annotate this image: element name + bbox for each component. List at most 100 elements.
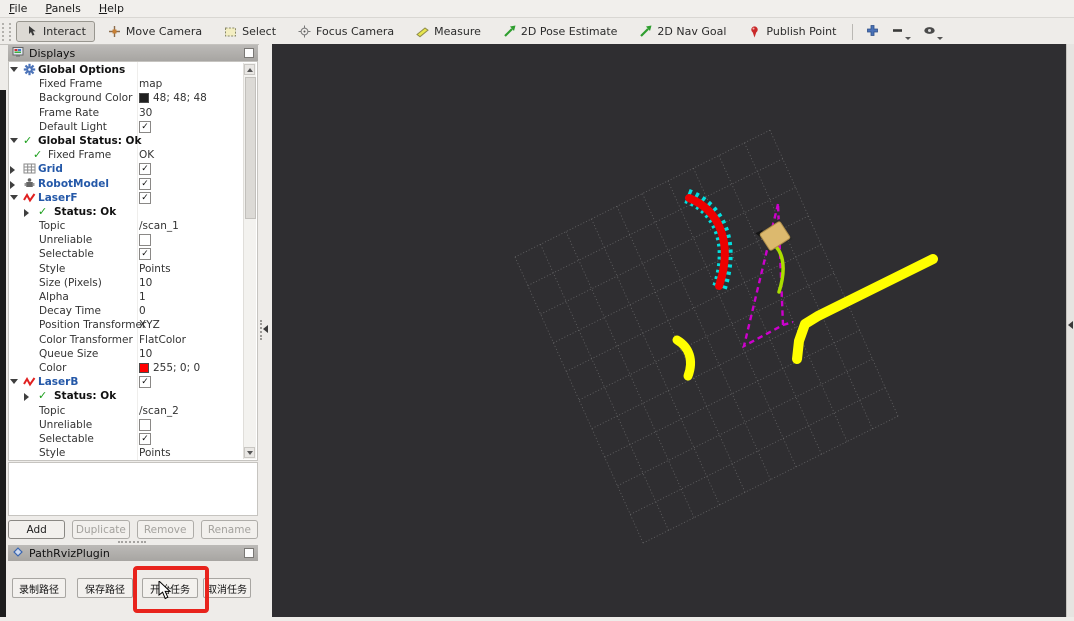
checkbox-checked[interactable]: ✓ bbox=[139, 163, 151, 176]
property-value[interactable]: 30 bbox=[139, 106, 152, 120]
path-plugin-button-1[interactable]: 录制路径 bbox=[12, 578, 66, 598]
tool-2d-pose-estimate[interactable]: 2D Pose Estimate bbox=[494, 21, 627, 42]
tree-row-laserf[interactable]: LaserF ✓ bbox=[9, 191, 244, 205]
tree-row-frame-rate[interactable]: Frame Rate 30 bbox=[9, 106, 244, 120]
property-value[interactable]: 10 bbox=[139, 347, 152, 361]
tree-row-grid[interactable]: Grid ✓ bbox=[9, 162, 244, 176]
tool-measure[interactable]: Measure bbox=[407, 21, 490, 42]
expander-open-icon[interactable] bbox=[10, 379, 18, 385]
remove-button[interactable]: Remove bbox=[136, 520, 194, 539]
tree-row-robotmodel[interactable]: RobotModel ✓ bbox=[9, 177, 244, 191]
tool-focus-camera[interactable]: Focus Camera bbox=[289, 21, 403, 42]
tree-row-queue-size[interactable]: Queue Size 10 bbox=[9, 347, 244, 361]
scrollbar-down-button[interactable] bbox=[244, 447, 255, 458]
checkbox-checked[interactable]: ✓ bbox=[139, 120, 151, 133]
expander-open-icon[interactable] bbox=[10, 67, 18, 72]
3d-viewport[interactable] bbox=[272, 44, 1066, 617]
tree-row-selectable[interactable]: Selectable ✓ bbox=[9, 432, 244, 446]
checkbox-checked[interactable]: ✓ bbox=[139, 191, 151, 204]
tree-row-status-ok[interactable]: ✓ Status: Ok bbox=[9, 389, 244, 403]
duplicate-button[interactable]: Duplicate bbox=[72, 520, 130, 539]
property-value[interactable]: /scan_2 bbox=[139, 404, 179, 418]
menu-help[interactable]: Help bbox=[99, 2, 124, 15]
tool-properties-eye-button[interactable] bbox=[917, 22, 949, 42]
property-value[interactable]: ✓ bbox=[139, 177, 151, 191]
checkbox-checked[interactable]: ✓ bbox=[139, 376, 151, 389]
tree-row-position-transformer[interactable]: Position Transformer XYZ bbox=[9, 318, 244, 332]
property-value[interactable]: FlatColor bbox=[139, 333, 186, 347]
expander-closed-icon[interactable] bbox=[24, 393, 29, 402]
tree-row-default-light[interactable]: Default Light ✓ bbox=[9, 120, 244, 134]
dock-splitter-left[interactable] bbox=[259, 44, 272, 617]
color-swatch[interactable] bbox=[139, 93, 149, 104]
tree-row-color-transformer[interactable]: Color Transformer FlatColor bbox=[9, 333, 244, 347]
property-value[interactable]: ✓ bbox=[139, 191, 151, 205]
tree-row-fixed-frame[interactable]: Fixed Frame map bbox=[9, 77, 244, 91]
property-value[interactable]: 48; 48; 48 bbox=[139, 91, 207, 105]
property-value[interactable]: ✓ bbox=[139, 247, 151, 261]
property-value[interactable]: 1 bbox=[139, 290, 146, 304]
tree-row-size-pixels-[interactable]: Size (Pixels) 10 bbox=[9, 276, 244, 290]
tree-row-background-color[interactable]: Background Color 48; 48; 48 bbox=[9, 91, 244, 105]
expander-closed-icon[interactable] bbox=[24, 208, 29, 217]
path-plugin-float-button[interactable] bbox=[244, 548, 254, 558]
property-value[interactable]: 0 bbox=[139, 304, 146, 318]
tree-row-unreliable[interactable]: Unreliable bbox=[9, 233, 244, 247]
tree-row-topic[interactable]: Topic/scan_1 bbox=[9, 219, 244, 233]
tool-interact[interactable]: Interact bbox=[16, 21, 95, 42]
displays-panel-float-button[interactable] bbox=[244, 48, 254, 58]
checkbox-unchecked[interactable] bbox=[139, 234, 151, 247]
scrollbar-thumb[interactable] bbox=[245, 77, 256, 219]
tree-row-global-options[interactable]: Global Options bbox=[9, 63, 244, 77]
toolbar-drag-handle[interactable] bbox=[2, 22, 11, 41]
add-tool-plus-button[interactable] bbox=[860, 22, 885, 42]
panel-splitter-handle[interactable] bbox=[118, 541, 146, 543]
property-value[interactable] bbox=[139, 233, 151, 247]
remove-tool-minus-button[interactable] bbox=[885, 22, 917, 42]
tree-row-style[interactable]: Style Points bbox=[9, 446, 244, 460]
menu-panels[interactable]: Panels bbox=[45, 2, 80, 15]
property-value[interactable]: Points bbox=[139, 446, 171, 460]
checkbox-checked[interactable]: ✓ bbox=[139, 177, 151, 190]
property-value[interactable]: 255; 0; 0 bbox=[139, 361, 200, 375]
property-value[interactable]: ✓ bbox=[139, 120, 151, 134]
property-value[interactable]: Points bbox=[139, 262, 171, 276]
property-value[interactable]: XYZ bbox=[139, 318, 160, 332]
scrollbar-up-button[interactable] bbox=[244, 64, 255, 75]
tree-row-topic[interactable]: Topic/scan_2 bbox=[9, 404, 244, 418]
tree-row-style[interactable]: Style Points bbox=[9, 262, 244, 276]
color-swatch[interactable] bbox=[139, 362, 149, 373]
menu-file[interactable]: File bbox=[9, 2, 27, 15]
dock-splitter-right[interactable] bbox=[1066, 44, 1074, 617]
property-value[interactable]: ✓ bbox=[139, 432, 151, 446]
path-plugin-button-2[interactable]: 保存路径 bbox=[77, 578, 133, 598]
property-value[interactable]: ✓ bbox=[139, 162, 151, 176]
tree-row-laserb[interactable]: LaserB ✓ bbox=[9, 375, 244, 389]
collapse-right-panel-arrow-icon[interactable] bbox=[1068, 321, 1073, 329]
tree-row-global-status-ok[interactable]: ✓ Global Status: Ok bbox=[9, 134, 244, 148]
property-value[interactable] bbox=[139, 418, 151, 432]
expander-closed-icon[interactable] bbox=[10, 180, 15, 189]
tree-row-alpha[interactable]: Alpha 1 bbox=[9, 290, 244, 304]
collapse-panel-arrow-icon[interactable] bbox=[263, 325, 268, 333]
property-value[interactable]: 10 bbox=[139, 276, 152, 290]
tree-row-unreliable[interactable]: Unreliable bbox=[9, 418, 244, 432]
tool-publish-point[interactable]: Publish Point bbox=[739, 21, 845, 42]
property-value[interactable]: map bbox=[139, 77, 162, 91]
checkbox-unchecked[interactable] bbox=[139, 418, 151, 431]
add-button[interactable]: Add bbox=[8, 520, 66, 539]
expander-open-icon[interactable] bbox=[10, 194, 18, 200]
path-plugin-button-4[interactable]: 取消任务 bbox=[203, 578, 251, 598]
tool-move-camera[interactable]: Move Camera bbox=[99, 21, 211, 42]
displays-tree-scrollbar[interactable] bbox=[243, 63, 256, 459]
property-value[interactable]: OK bbox=[139, 148, 154, 162]
tool-select[interactable]: Select bbox=[215, 21, 285, 42]
tree-row-selectable[interactable]: Selectable ✓ bbox=[9, 247, 244, 261]
property-value[interactable]: ✓ bbox=[139, 375, 151, 389]
tree-row-status-ok[interactable]: ✓ Status: Ok bbox=[9, 205, 244, 219]
tool-2d-nav-goal[interactable]: 2D Nav Goal bbox=[630, 21, 735, 42]
expander-closed-icon[interactable] bbox=[10, 166, 15, 175]
property-value[interactable]: /scan_1 bbox=[139, 219, 179, 233]
checkbox-checked[interactable]: ✓ bbox=[139, 432, 151, 445]
tree-row-fixed-frame[interactable]: ✓ Fixed Frame OK bbox=[9, 148, 244, 162]
